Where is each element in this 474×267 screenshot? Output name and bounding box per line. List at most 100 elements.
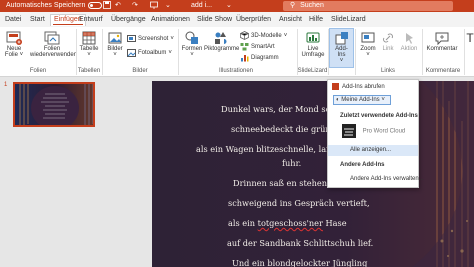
table-icon <box>82 31 96 45</box>
show-all-item[interactable]: Alle anzeigen... <box>328 145 418 156</box>
icons-button[interactable]: Piktogramme <box>204 31 240 52</box>
action-button[interactable]: Aktion <box>398 31 420 52</box>
my-addins-button[interactable]: ◐ Meine Add-Ins ˅ <box>333 95 391 105</box>
save-icon[interactable] <box>103 1 111 11</box>
addins-chevron-icon: ˅ <box>339 58 344 64</box>
zoom-chevron-icon: ˅ <box>366 52 370 58</box>
tab-uebergaenge[interactable]: Übergänge <box>111 16 146 23</box>
group-label-folien: Folien <box>29 68 47 74</box>
text-button[interactable]: T <box>466 31 474 45</box>
word-cloud-icon <box>342 124 356 138</box>
action-icon <box>406 33 413 44</box>
poem-line-9: Und ein blondgelockter Jüngling <box>232 258 368 267</box>
group-label-bilder: Bilder <box>132 68 148 74</box>
autosave-label: Automatisches Speichern <box>6 2 86 9</box>
shapes-chevron-icon: ˅ <box>190 52 194 58</box>
manage-addins-item[interactable]: Andere Add-Ins verwalten... <box>328 176 424 182</box>
pictures-button[interactable]: Bilder ˅ <box>105 31 125 58</box>
my-addins-chevron-icon: ˅ <box>379 97 385 103</box>
group-label-illustrationen: Illustrationen <box>218 68 254 74</box>
user-icon: ◐ <box>336 97 340 103</box>
group-divider <box>178 29 179 75</box>
tab-start[interactable]: Start <box>30 16 45 23</box>
link-button[interactable]: Link <box>379 31 397 52</box>
customize-qat-icon[interactable]: ⌄ <box>165 1 171 9</box>
tab-ansicht[interactable]: Ansicht <box>279 16 302 23</box>
show-all-label: Alle anzeigen... <box>350 147 392 153</box>
reuse-slides-button[interactable]: Folien wiederverwenden <box>30 31 77 58</box>
addins-dropdown-menu: Add-Ins abrufen ◐ Meine Add-Ins ˅ Zuletz… <box>327 79 424 188</box>
manage-addins-label: Andere Add-Ins verwalten... <box>350 176 424 182</box>
new-slide-chevron-icon: ˅ <box>17 52 24 58</box>
pro-word-cloud-item[interactable]: Pro Word Cloud <box>328 124 418 138</box>
icons-label: Piktogramme <box>204 46 240 52</box>
thumbnail-background-image <box>15 84 93 125</box>
new-slide-label-2: Folie <box>4 52 18 58</box>
pictures-chevron-icon: ˅ <box>113 52 117 58</box>
search-icon: ⚲ <box>290 2 296 9</box>
live-poll-button[interactable]: Live Umfrage <box>299 31 327 58</box>
tab-slide-show[interactable]: Slide Show <box>197 16 232 23</box>
photo-album-chevron-icon: ˅ <box>168 50 172 56</box>
screenshot-chevron-icon: ˅ <box>170 36 174 42</box>
autosave-toggle[interactable] <box>88 2 103 9</box>
zoom-icon <box>361 32 375 43</box>
spellcheck-underlined-word[interactable]: totgeschoss'ner <box>258 218 323 228</box>
get-addins-item[interactable]: Add-Ins abrufen <box>328 83 418 90</box>
poem-line-1: Dunkel wars, der Mond schie <box>221 104 343 114</box>
get-addins-label: Add-Ins abrufen <box>342 84 385 91</box>
group-label-kommentare: Kommentare <box>425 68 461 74</box>
3d-models-button[interactable]: 3D-Modelle ˅ <box>240 31 287 40</box>
tab-animationen[interactable]: Animationen <box>151 16 190 23</box>
smartart-button[interactable]: SmartArt <box>240 42 275 51</box>
my-addins-label: Meine Add-Ins <box>341 97 380 103</box>
shapes-icon <box>185 31 198 44</box>
new-slide-button[interactable]: Neue Folie ˅ <box>3 31 25 58</box>
addins-button-content[interactable]: Add- Ins ˅ <box>329 31 354 64</box>
action-label: Aktion <box>400 46 418 52</box>
tab-entwurf[interactable]: Entwurf <box>79 16 103 23</box>
group-divider <box>464 29 465 75</box>
screenshot-icon <box>127 35 136 42</box>
link-label: Link <box>382 46 394 52</box>
slide-number: 1 <box>4 82 8 88</box>
live-poll-label-2: Umfrage <box>301 52 325 58</box>
tab-hilfe[interactable]: Hilfe <box>309 16 323 23</box>
3d-model-icon <box>240 31 249 40</box>
addins-icon <box>335 32 348 45</box>
undo-icon[interactable]: ↶ <box>115 1 121 9</box>
poem-line-6: schweigend ins Gespräch vertieft, <box>228 198 370 208</box>
shapes-button[interactable]: Formen ˅ <box>181 31 203 58</box>
title-chevron-down-icon[interactable]: ⌄ <box>226 1 232 9</box>
photo-album-label: Fotoalbum <box>138 50 167 56</box>
group-label-links: Links <box>380 68 395 74</box>
table-button[interactable]: Tabelle ˅ <box>78 31 100 58</box>
link-icon <box>383 33 393 43</box>
zoom-button[interactable]: Zoom ˅ <box>358 31 378 58</box>
slide-canvas[interactable]: Dunkel wars, der Mond schie schneebedeck… <box>152 81 474 267</box>
photo-album-button[interactable]: Fotoalbum ˅ <box>127 49 172 57</box>
poem-line-8: auf der Sandbank Schlittschuh lief. <box>227 238 374 248</box>
search-placeholder: Suchen <box>300 2 324 9</box>
present-icon[interactable] <box>150 1 158 11</box>
comment-button[interactable]: Kommentar <box>424 31 460 52</box>
chart-button[interactable]: Diagramm <box>240 53 279 62</box>
tab-slidelizard[interactable]: SlideLizard <box>331 16 366 23</box>
slide-thumbnail-pane: 1 <box>0 77 97 267</box>
screenshot-button[interactable]: Screenshot ˅ <box>127 35 174 43</box>
slide-thumbnail[interactable] <box>13 82 95 127</box>
redo-icon[interactable]: ↷ <box>132 1 138 9</box>
3d-models-label: 3D-Modelle <box>251 32 282 39</box>
recent-addins-header: Zuletzt verwendete Add-Ins <box>340 113 418 119</box>
ribbon-einfuegen: Neue Folie ˅ Folien wiederverwenden Foli… <box>0 27 474 77</box>
chart-icon <box>241 55 249 62</box>
new-slide-icon <box>6 31 22 45</box>
store-icon <box>332 83 339 90</box>
3d-models-chevron-icon: ˅ <box>283 32 288 39</box>
reuse-slides-icon <box>44 31 60 45</box>
smartart-label: SmartArt <box>251 43 275 50</box>
search-input[interactable]: ⚲ Suchen <box>283 1 453 11</box>
tab-ueberpruefen[interactable]: Überprüfen <box>236 16 271 23</box>
tab-datei[interactable]: Datei <box>5 16 21 23</box>
table-chevron-icon: ˅ <box>87 52 91 58</box>
